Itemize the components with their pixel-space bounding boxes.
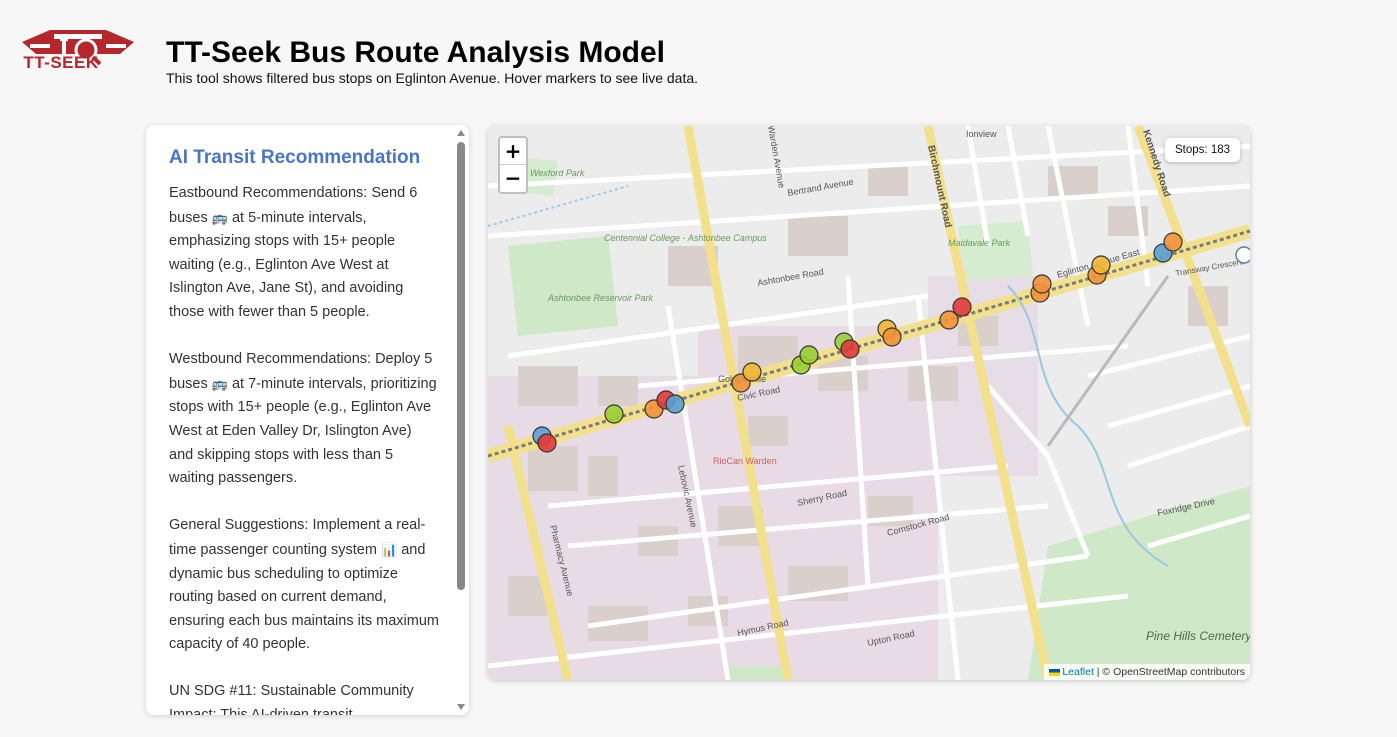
- bus-stop-marker[interactable]: [1163, 232, 1183, 252]
- logo-text: TT-SEEK: [23, 53, 99, 72]
- westbound-recommendation: Westbound Recommendations: Deploy 5 buse…: [169, 348, 439, 491]
- bus-stop-marker[interactable]: [840, 339, 860, 359]
- bus-stop-marker[interactable]: [1032, 274, 1052, 294]
- bus-icon: 🚌: [211, 209, 228, 225]
- bus-stop-marker[interactable]: [799, 345, 819, 365]
- ashtonbee-reservoir-label: Ashtonbee Reservoir Park: [547, 293, 654, 303]
- eastbound-recommendation: Eastbound Recommendations: Send 6 buses …: [169, 182, 439, 325]
- scroll-down-arrow-icon[interactable]: [457, 704, 465, 710]
- wexford-label: Wexford Park: [530, 168, 585, 178]
- pine-hills-label: Pine Hills Cemetery: [1146, 629, 1250, 643]
- recommendation-content: AI Transit Recommendation Eastbound Reco…: [169, 147, 439, 715]
- panel-scrollbar[interactable]: [455, 125, 467, 715]
- page-subtitle: This tool shows filtered bus stops on Eg…: [166, 70, 699, 86]
- scroll-thumb[interactable]: [457, 142, 465, 590]
- general-text-b: and dynamic bus scheduling to optimize r…: [169, 541, 439, 653]
- stops-count-badge: Stops: 183: [1165, 138, 1240, 162]
- osm-attribution: | © OpenStreetMap contributors: [1093, 666, 1245, 678]
- ionview-label: Ionview: [966, 129, 997, 139]
- bus-stop-marker[interactable]: [742, 362, 762, 382]
- eastbound-text-b: at 5-minute intervals, emphasizing stops…: [169, 209, 404, 320]
- bus-stop-marker[interactable]: [604, 404, 624, 424]
- leaflet-link[interactable]: Leaflet: [1062, 666, 1094, 678]
- bus-stop-marker[interactable]: [1091, 255, 1111, 275]
- header: TT-SEEK TT-Seek Bus Route Analysis Model…: [0, 0, 1397, 110]
- zoom-out-button[interactable]: −: [500, 165, 526, 192]
- recommendation-heading: AI Transit Recommendation: [169, 147, 421, 168]
- bus-stop-marker[interactable]: [537, 433, 557, 453]
- chart-icon: 📊: [380, 541, 398, 557]
- zoom-in-button[interactable]: +: [500, 138, 526, 165]
- bus-stop-marker[interactable]: [665, 394, 685, 414]
- map-tiles[interactable]: Wexford Park Centennial College - Ashton…: [488, 126, 1250, 680]
- transit-station-icon: [1235, 246, 1250, 264]
- sdg-text: UN SDG #11: Sustainable Community Impact…: [169, 683, 414, 715]
- ukraine-flag-icon: [1049, 668, 1061, 676]
- map-attribution: Leaflet | © OpenStreetMap contributors: [1044, 664, 1250, 680]
- maidavale-label: Maidavale Park: [948, 238, 1011, 248]
- bus-stop-marker[interactable]: [952, 297, 972, 317]
- recommendation-panel[interactable]: AI Transit Recommendation Eastbound Reco…: [146, 125, 469, 715]
- bus-icon: 🚌: [211, 375, 228, 391]
- zoom-control[interactable]: + −: [498, 136, 528, 194]
- map-view[interactable]: Wexford Park Centennial College - Ashton…: [488, 126, 1250, 680]
- scroll-up-arrow-icon[interactable]: [457, 130, 465, 136]
- page-title: TT-Seek Bus Route Analysis Model: [166, 36, 665, 69]
- riocan-label: RioCan Warden: [713, 456, 777, 466]
- centennial-label: Centennial College - Ashtonbee Campus: [604, 233, 767, 243]
- bus-stop-marker[interactable]: [882, 327, 902, 347]
- general-suggestions: General Suggestions: Implement a real-ti…: [169, 514, 439, 657]
- westbound-text-b: at 7-minute intervals, prioritizing stop…: [169, 375, 437, 487]
